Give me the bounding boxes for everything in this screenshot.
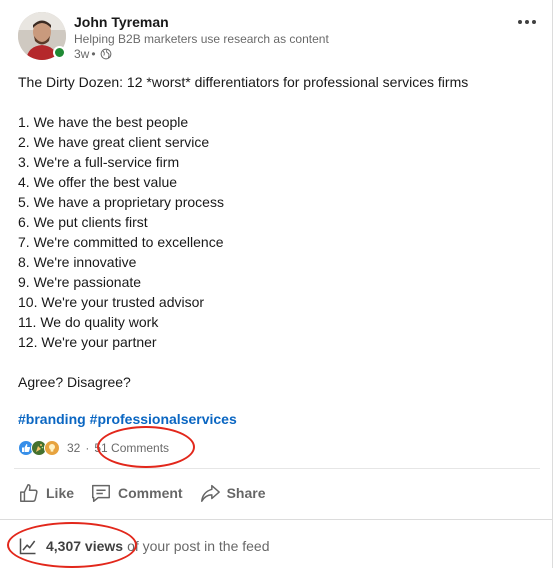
list-item: 9. We're passionate	[18, 274, 142, 290]
like-button[interactable]: Like	[10, 476, 82, 510]
list-item: 11. We do quality work	[18, 314, 159, 330]
post-title: The Dirty Dozen: 12 *worst* differentiat…	[18, 74, 469, 90]
list-item: 2. We have great client service	[18, 134, 210, 150]
list-item: 8. We're innovative	[18, 254, 137, 270]
post-card: John Tyreman Helping B2B marketers use r…	[0, 0, 553, 568]
insightful-reaction-icon	[44, 440, 60, 456]
post-meta: 3w •	[74, 47, 112, 61]
hashtag-link[interactable]: #professionalservices	[90, 411, 237, 427]
post-time: 3w	[74, 47, 90, 61]
share-button[interactable]: Share	[191, 476, 274, 510]
post-header: John Tyreman Helping B2B marketers use r…	[18, 12, 548, 62]
reaction-count[interactable]: 32	[67, 441, 80, 455]
list-item: 5. We have a proprietary process	[18, 194, 224, 210]
reaction-icons[interactable]	[18, 440, 60, 456]
more-options-icon[interactable]	[512, 10, 542, 34]
divider	[0, 519, 553, 520]
annotation-circle-comments	[97, 426, 195, 468]
list-item: 7. We're committed to excellence	[18, 234, 224, 250]
comment-button[interactable]: Comment	[82, 476, 191, 510]
list-item: 12. We're your partner	[18, 334, 157, 350]
views-suffix: of your post in the feed	[127, 538, 270, 554]
divider	[14, 468, 540, 469]
list-item: 6. We put clients first	[18, 214, 148, 230]
globe-icon	[100, 48, 111, 60]
social-separator: ·	[85, 441, 90, 455]
hashtag-link[interactable]: #branding	[18, 411, 86, 427]
comment-icon	[92, 484, 110, 502]
post-actions: Like Comment Share	[10, 476, 274, 510]
author-name[interactable]: John Tyreman	[74, 14, 169, 30]
like-label: Like	[46, 485, 75, 501]
share-arrow-icon	[200, 484, 220, 502]
hashtags: #branding #professionalservices	[18, 411, 237, 427]
list-item: 10. We're your trusted advisor	[18, 294, 205, 310]
online-status-icon	[53, 46, 66, 59]
post-closing: Agree? Disagree?	[18, 374, 131, 390]
thumbs-up-icon	[20, 484, 38, 502]
annotation-circle-views	[7, 522, 137, 568]
author-headline: Helping B2B marketers use research as co…	[74, 32, 329, 46]
comment-label: Comment	[118, 485, 183, 501]
list-item: 1. We have the best people	[18, 114, 189, 130]
meta-separator: •	[91, 47, 96, 61]
list-item: 3. We're a full-service firm	[18, 154, 180, 170]
post-body: The Dirty Dozen: 12 *worst* differentiat…	[18, 72, 538, 392]
share-label: Share	[226, 485, 266, 501]
list-item: 4. We offer the best value	[18, 174, 178, 190]
